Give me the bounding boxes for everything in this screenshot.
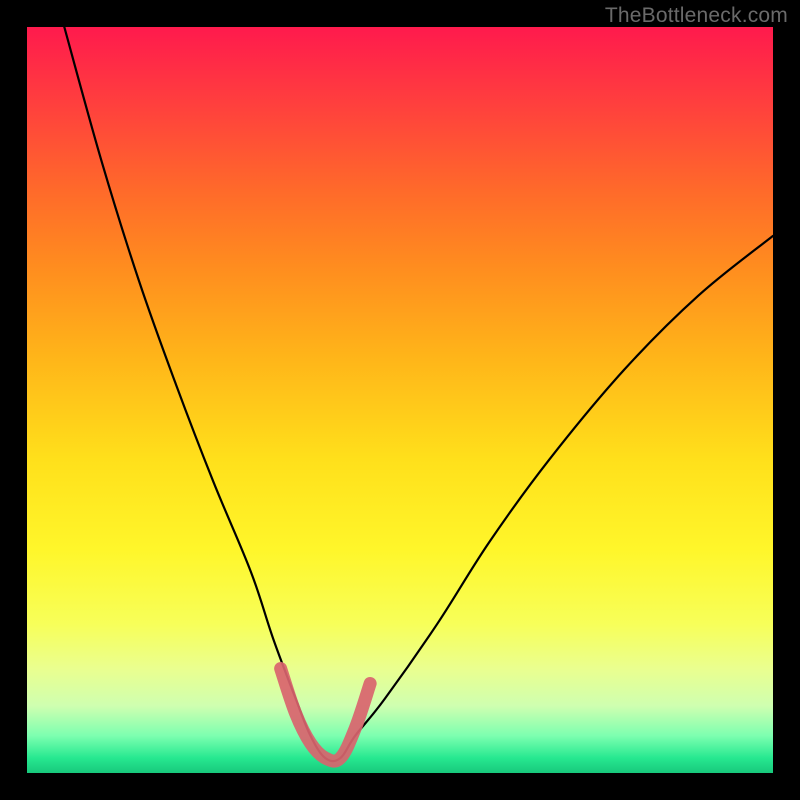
- highlight-band: [281, 669, 371, 762]
- watermark-text: TheBottleneck.com: [605, 4, 788, 28]
- bottleneck-curve: [64, 27, 773, 761]
- curve-layer: [27, 27, 773, 773]
- chart-frame: TheBottleneck.com: [0, 0, 800, 800]
- plot-area: [27, 27, 773, 773]
